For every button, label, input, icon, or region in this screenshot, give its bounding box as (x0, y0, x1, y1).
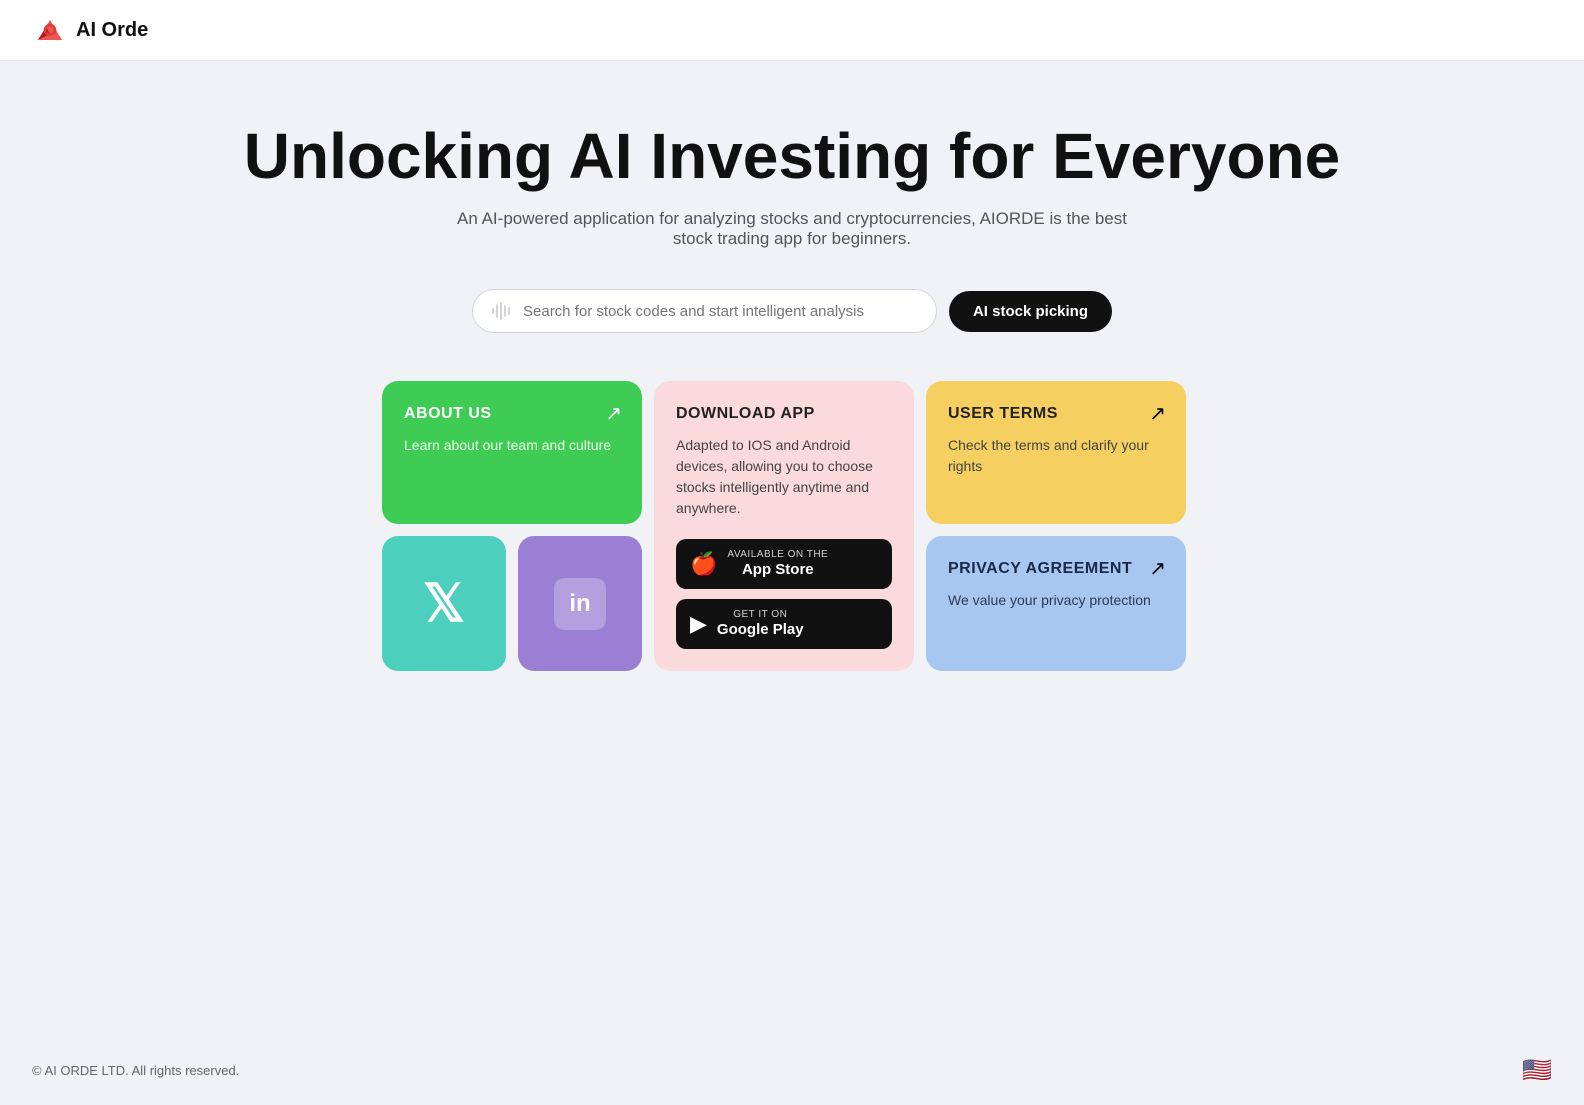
about-title: ABOUT US (404, 405, 620, 423)
social-cards-row: 𝕏 in (382, 536, 642, 671)
linkedin-card[interactable]: in (518, 536, 642, 671)
app-store-button[interactable]: 🍎 Available on the App Store (676, 539, 892, 589)
app-store-label: Available on the App Store (727, 549, 828, 579)
google-play-button[interactable]: ▶ GET IT ON Google Play (676, 599, 892, 649)
about-arrow-icon: ↗ (605, 401, 622, 426)
terms-title: USER TERMS (948, 405, 1164, 423)
store-buttons: 🍎 Available on the App Store ▶ GET IT ON… (676, 519, 892, 649)
terms-arrow-icon: ↗ (1149, 401, 1166, 426)
twitter-x-card[interactable]: 𝕏 (382, 536, 506, 671)
hero-title: Unlocking AI Investing for Everyone (244, 121, 1341, 191)
logo-icon (32, 12, 68, 48)
search-box (472, 289, 937, 333)
privacy-desc: We value your privacy protection (948, 590, 1164, 611)
main-content: Unlocking AI Investing for Everyone An A… (0, 61, 1584, 1036)
footer: © AI ORDE LTD. All rights reserved. 🇺🇸 (0, 1036, 1584, 1105)
x-icon: 𝕏 (423, 574, 465, 634)
terms-desc: Check the terms and clarify your rights (948, 435, 1164, 477)
google-play-label: GET IT ON Google Play (717, 609, 804, 639)
apple-icon: 🍎 (690, 551, 717, 577)
privacy-title: PRIVACY AGREEMENT (948, 560, 1164, 578)
search-row: AI stock picking (472, 289, 1112, 333)
download-desc: Adapted to IOS and Android devices, allo… (676, 435, 892, 519)
play-icon: ▶ (690, 611, 707, 637)
voice-search-icon (491, 300, 513, 322)
user-terms-card[interactable]: ↗ USER TERMS Check the terms and clarify… (926, 381, 1186, 524)
cards-grid: ↗ ABOUT US Learn about our team and cult… (382, 381, 1202, 671)
header: AI Orde (0, 0, 1584, 61)
privacy-agreement-card[interactable]: ↗ PRIVACY AGREEMENT We value your privac… (926, 536, 1186, 671)
download-app-card[interactable]: DOWNLOAD APP Adapted to IOS and Android … (654, 381, 914, 671)
about-us-card[interactable]: ↗ ABOUT US Learn about our team and cult… (382, 381, 642, 524)
about-desc: Learn about our team and culture (404, 435, 620, 456)
search-input[interactable] (523, 303, 918, 320)
logo-text: AI Orde (76, 19, 148, 42)
privacy-arrow-icon: ↗ (1149, 556, 1166, 581)
download-title: DOWNLOAD APP (676, 405, 892, 423)
ai-stock-picking-button[interactable]: AI stock picking (949, 291, 1112, 332)
logo[interactable]: AI Orde (32, 12, 148, 48)
hero-subtitle: An AI-powered application for analyzing … (442, 209, 1142, 249)
linkedin-icon-box: in (554, 578, 606, 630)
linkedin-icon: in (569, 590, 590, 618)
us-flag-icon: 🇺🇸 (1522, 1056, 1552, 1085)
copyright-text: © AI ORDE LTD. All rights reserved. (32, 1063, 239, 1078)
